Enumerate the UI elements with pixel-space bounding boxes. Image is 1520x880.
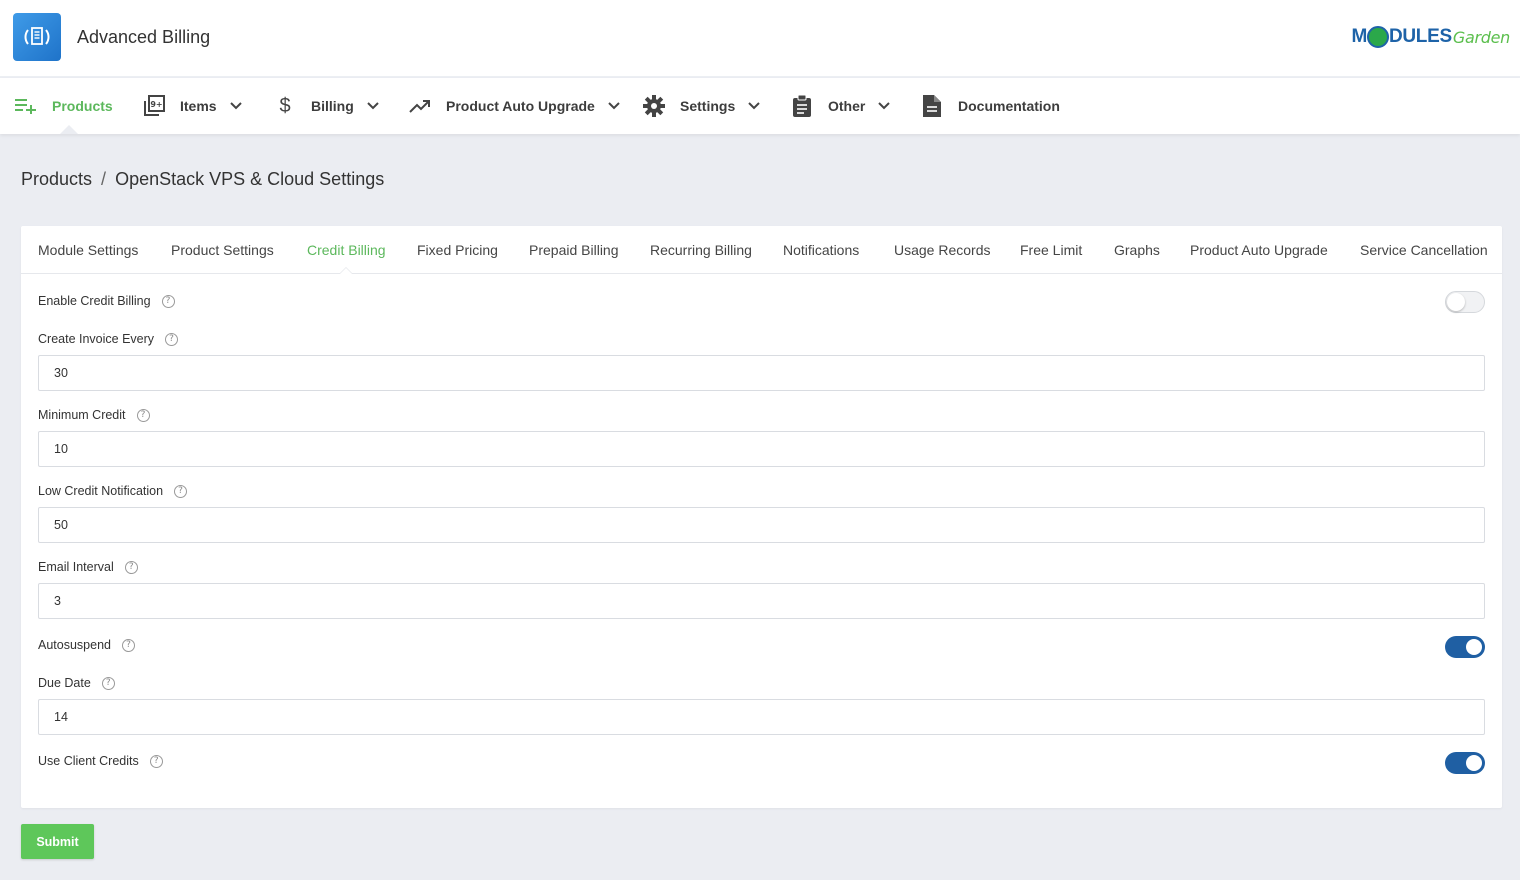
brand-text-dules: DULES: [1389, 26, 1452, 48]
email-interval-label: Email Interval ?: [38, 560, 138, 574]
nav-settings-label: Settings: [680, 98, 735, 114]
gear-icon: [642, 94, 666, 118]
enable-credit-billing-text: Enable Credit Billing: [38, 294, 151, 308]
tab-fixed-pricing[interactable]: Fixed Pricing: [417, 242, 498, 258]
chevron-down-icon: [607, 99, 621, 113]
nav-billing-label: Billing: [311, 98, 354, 114]
minimum-credit-input[interactable]: 10: [38, 431, 1485, 467]
nav-items[interactable]: 9+ Items: [142, 78, 243, 134]
brand-text-garden: Garden: [1453, 28, 1510, 47]
tab-active-indicator: [339, 267, 353, 274]
due-date-text: Due Date: [38, 676, 91, 690]
dollar-icon: $: [273, 94, 297, 118]
chevron-down-icon: [229, 99, 243, 113]
low-credit-notification-value: 50: [54, 518, 68, 532]
tab-notifications[interactable]: Notifications: [783, 242, 859, 258]
minimum-credit-label: Minimum Credit ?: [38, 408, 150, 422]
tab-credit-billing[interactable]: Credit Billing: [307, 242, 386, 258]
playlist-add-icon: [14, 94, 38, 118]
tab-usage-records[interactable]: Usage Records: [894, 242, 991, 258]
toggle-knob: [1466, 639, 1482, 655]
tab-recurring-billing[interactable]: Recurring Billing: [650, 242, 752, 258]
toggle-knob: [1447, 293, 1465, 311]
nav-product-auto-upgrade[interactable]: Product Auto Upgrade: [408, 78, 621, 134]
help-icon[interactable]: ?: [150, 755, 163, 768]
help-icon[interactable]: ?: [137, 409, 150, 422]
chevron-down-icon: [366, 99, 380, 113]
breadcrumb-root[interactable]: Products: [21, 169, 92, 190]
document-icon: [920, 94, 944, 118]
tab-product-settings[interactable]: Product Settings: [171, 242, 274, 258]
low-credit-notification-label: Low Credit Notification ?: [38, 484, 187, 498]
tab-product-auto-upgrade[interactable]: Product Auto Upgrade: [1190, 242, 1328, 258]
tab-prepaid-billing[interactable]: Prepaid Billing: [529, 242, 619, 258]
library-add-icon: 9+: [142, 94, 166, 118]
nav-other[interactable]: Other: [790, 78, 891, 134]
toggle-knob: [1466, 755, 1482, 771]
nav-other-label: Other: [828, 98, 865, 114]
nav-items-label: Items: [180, 98, 217, 114]
low-credit-notification-text: Low Credit Notification: [38, 484, 163, 498]
due-date-input[interactable]: 14: [38, 699, 1485, 735]
help-icon[interactable]: ?: [162, 295, 175, 308]
help-icon[interactable]: ?: [125, 561, 138, 574]
help-icon[interactable]: ?: [165, 333, 178, 346]
create-invoice-every-label: Create Invoice Every ?: [38, 332, 178, 346]
breadcrumb-current: OpenStack VPS & Cloud Settings: [115, 169, 384, 190]
app-title: Advanced Billing: [77, 27, 210, 48]
autosuspend-label: Autosuspend ?: [38, 638, 135, 652]
email-interval-value: 3: [54, 594, 61, 608]
tab-free-limit[interactable]: Free Limit: [1020, 242, 1082, 258]
tab-module-settings[interactable]: Module Settings: [38, 242, 138, 258]
breadcrumb: Products / OpenStack VPS & Cloud Setting…: [21, 169, 384, 190]
create-invoice-every-value: 30: [54, 366, 68, 380]
globe-icon: [1367, 26, 1389, 48]
email-interval-text: Email Interval: [38, 560, 114, 574]
use-client-credits-text: Use Client Credits: [38, 754, 139, 768]
settings-card: Module Settings Product Settings Credit …: [21, 226, 1502, 808]
minimum-credit-text: Minimum Credit: [38, 408, 126, 422]
nav-products-label: Products: [52, 98, 113, 114]
brand-text-m: M: [1351, 26, 1367, 48]
chevron-down-icon: [747, 99, 761, 113]
low-credit-notification-input[interactable]: 50: [38, 507, 1485, 543]
chevron-down-icon: [877, 99, 891, 113]
main-nav: Products 9+ Items $ Billing Product Auto…: [0, 78, 1520, 134]
due-date-value: 14: [54, 710, 68, 724]
use-client-credits-label: Use Client Credits ?: [38, 754, 163, 768]
create-invoice-every-input[interactable]: 30: [38, 355, 1485, 391]
nav-settings[interactable]: Settings: [642, 78, 761, 134]
nav-documentation[interactable]: Documentation: [920, 78, 1060, 134]
enable-credit-billing-toggle[interactable]: [1445, 291, 1485, 313]
modulesgarden-logo[interactable]: M DULES Garden: [1351, 26, 1510, 48]
enable-credit-billing-label: Enable Credit Billing ?: [38, 294, 175, 308]
help-icon[interactable]: ?: [102, 677, 115, 690]
tab-bar: Module Settings Product Settings Credit …: [21, 226, 1502, 274]
tab-service-cancellation[interactable]: Service Cancellation: [1360, 242, 1488, 258]
top-header: Advanced Billing M DULES Garden: [0, 0, 1520, 77]
autosuspend-toggle[interactable]: [1445, 636, 1485, 658]
trending-up-icon: [408, 94, 432, 118]
help-icon[interactable]: ?: [174, 485, 187, 498]
minimum-credit-value: 10: [54, 442, 68, 456]
breadcrumb-separator: /: [101, 169, 106, 190]
nav-documentation-label: Documentation: [958, 98, 1060, 114]
nav-product-auto-upgrade-label: Product Auto Upgrade: [446, 98, 595, 114]
create-invoice-every-text: Create Invoice Every: [38, 332, 154, 346]
due-date-label: Due Date ?: [38, 676, 115, 690]
use-client-credits-toggle[interactable]: [1445, 752, 1485, 774]
help-icon[interactable]: ?: [122, 639, 135, 652]
tab-graphs[interactable]: Graphs: [1114, 242, 1160, 258]
clipboard-icon: [790, 94, 814, 118]
svg-text:9+: 9+: [150, 100, 162, 109]
email-interval-input[interactable]: 3: [38, 583, 1485, 619]
autosuspend-text: Autosuspend: [38, 638, 111, 652]
nav-billing[interactable]: $ Billing: [273, 78, 380, 134]
app-logo-icon[interactable]: [13, 13, 61, 61]
submit-button[interactable]: Submit: [21, 824, 94, 859]
nav-active-indicator: [60, 125, 78, 134]
